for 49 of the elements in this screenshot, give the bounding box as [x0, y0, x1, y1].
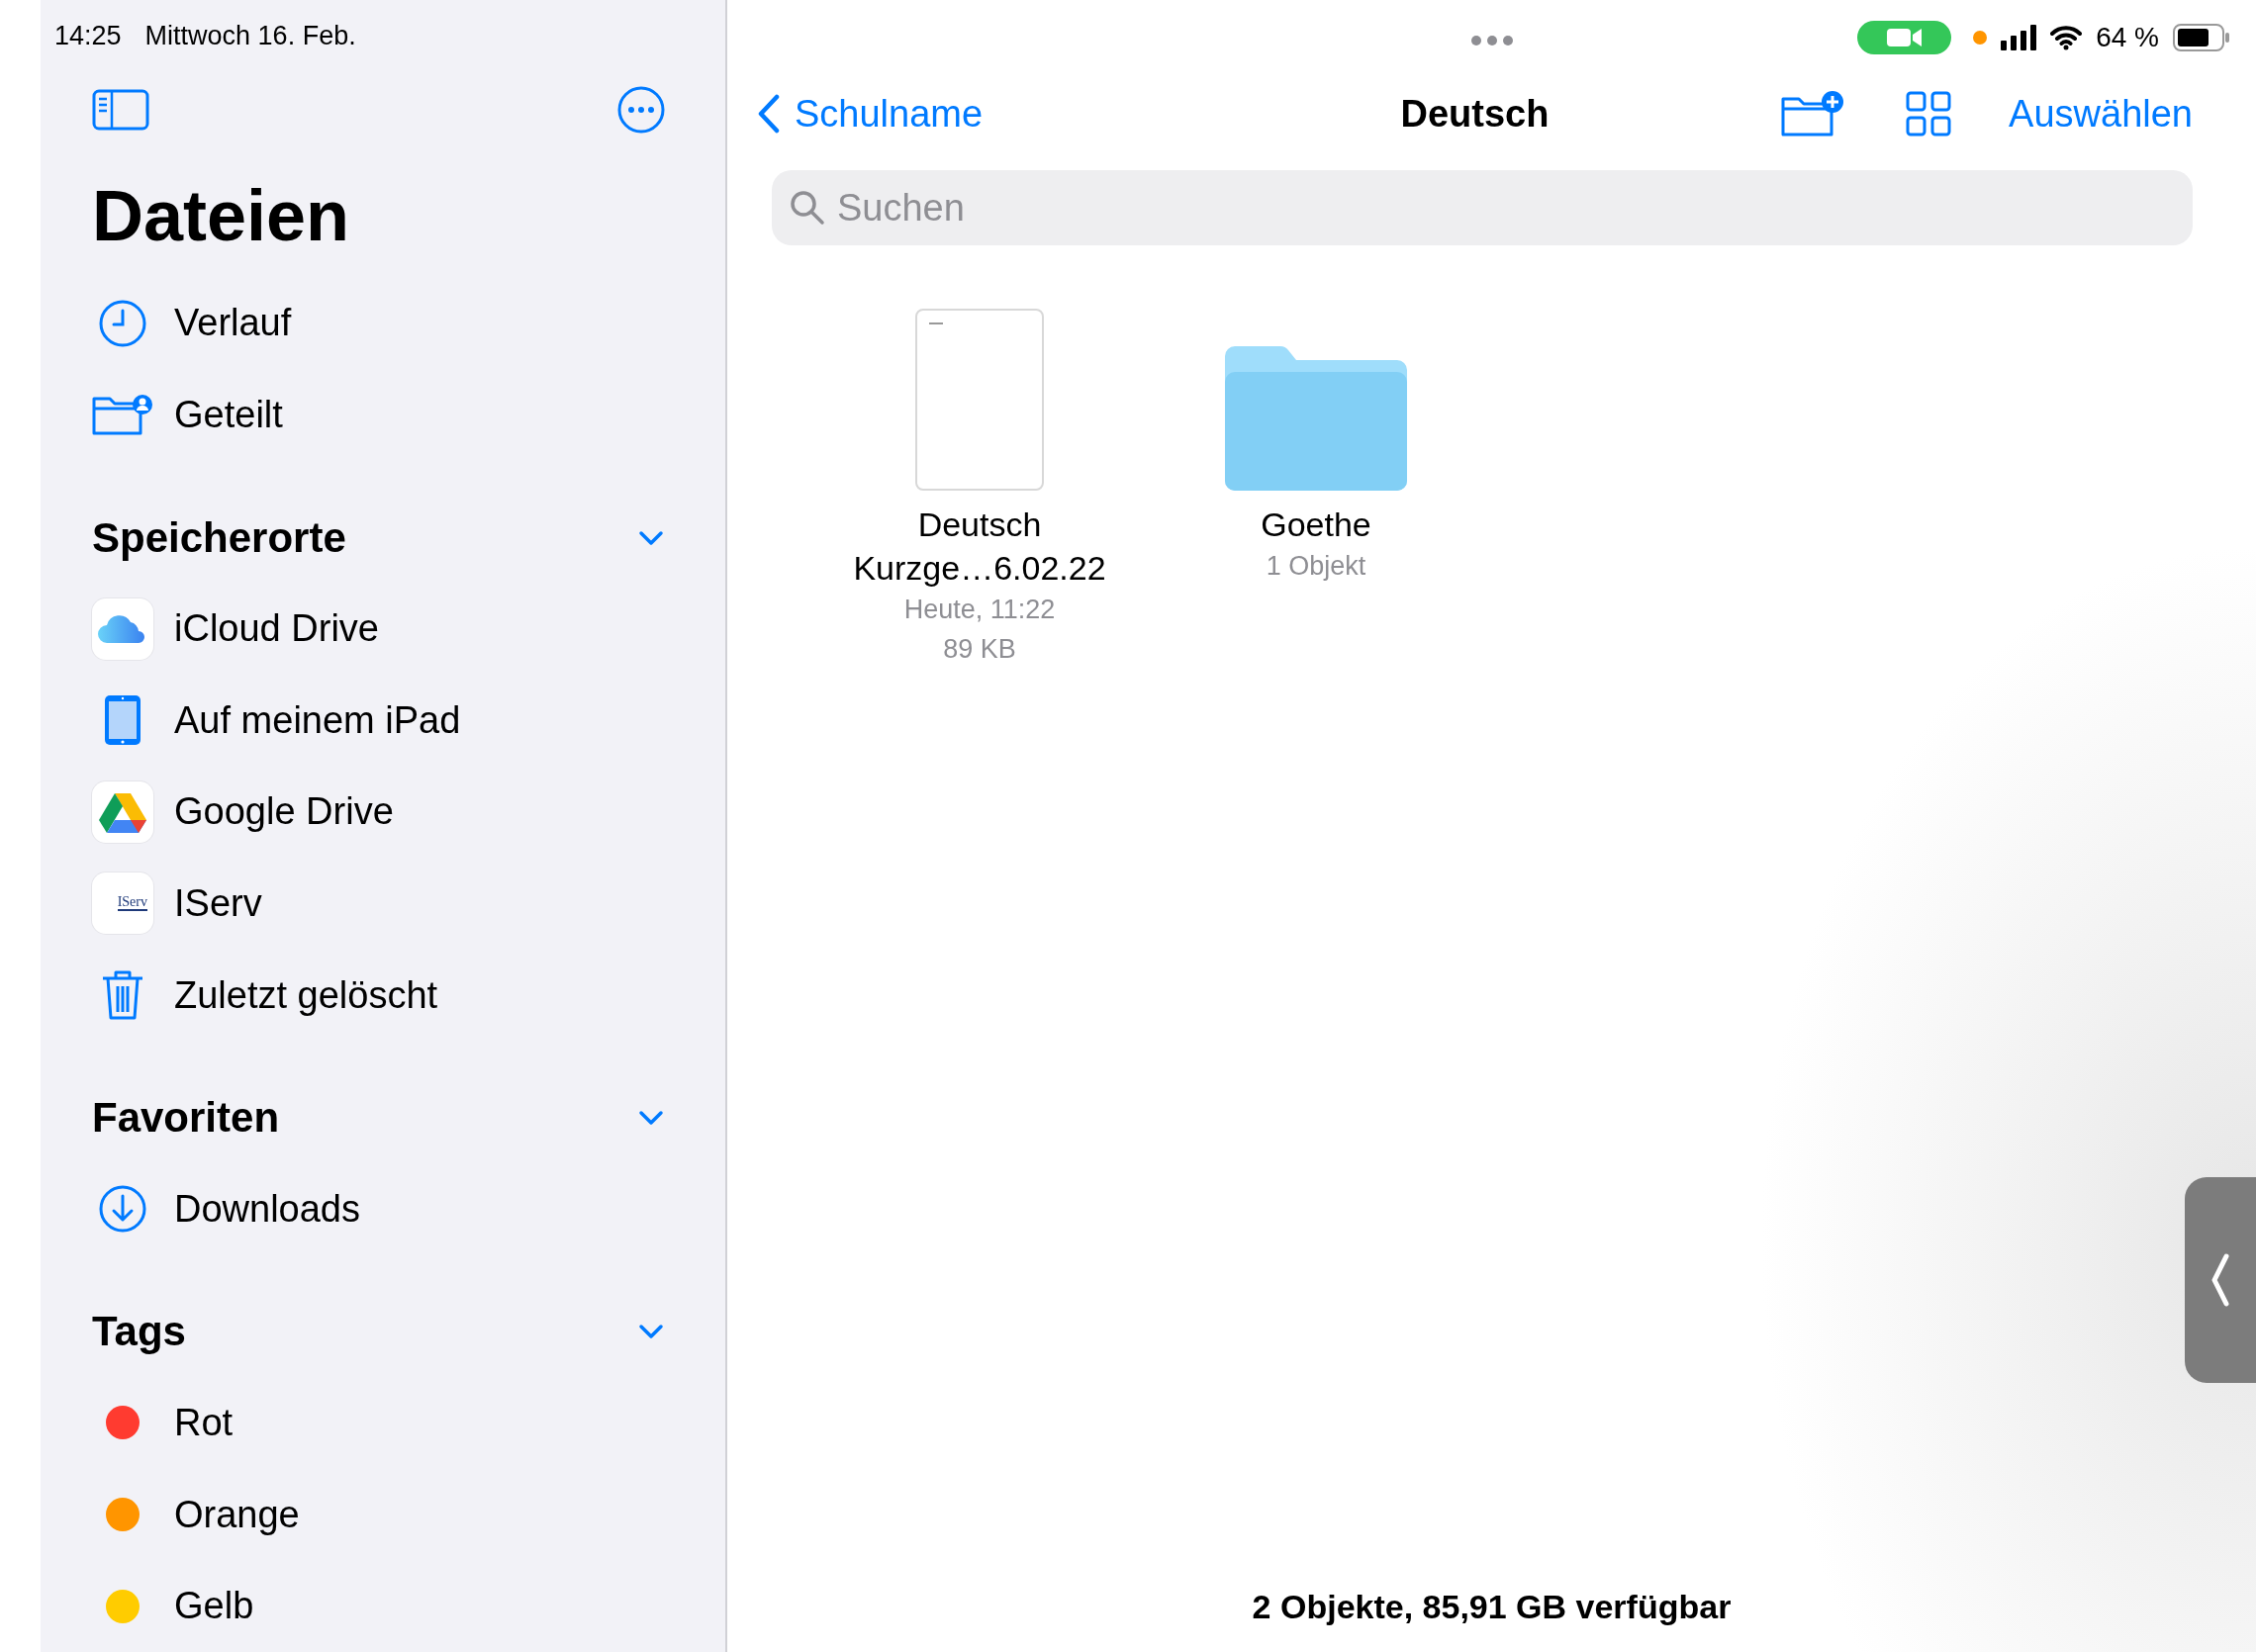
folder-icon: [1225, 346, 1407, 491]
sidebar-item[interactable]: Gelb: [92, 1560, 666, 1652]
tablet-icon: [103, 693, 142, 748]
folder-title: Deutsch: [1400, 92, 1550, 136]
sidebar-item[interactable]: IServ IServ: [92, 858, 666, 950]
status-time: 14:25: [54, 21, 122, 52]
triangle-logo-icon: [92, 780, 153, 843]
clock-icon: [98, 298, 147, 348]
sidebar-toggle-icon[interactable]: [92, 88, 149, 131]
sidebar-item[interactable]: Downloads: [92, 1162, 666, 1255]
sidebar-item[interactable]: Verlauf: [92, 277, 666, 370]
more-options-icon[interactable]: [616, 84, 666, 135]
grid-view-icon[interactable]: [1906, 91, 1952, 137]
file-name[interactable]: Goethe: [1187, 503, 1445, 546]
side-panel-handle[interactable]: [2185, 1177, 2256, 1383]
file-detail: 89 KB: [943, 633, 1016, 666]
new-folder-icon[interactable]: [1781, 91, 1845, 137]
select-button[interactable]: Auswählen: [2009, 92, 2193, 136]
sidebar-item[interactable]: Auf meinem iPad: [92, 674, 666, 767]
battery-percentage: 64 %: [2096, 22, 2159, 53]
battery-icon: [2173, 24, 2230, 51]
chevron-left-icon: [757, 94, 781, 134]
section-header[interactable]: Tags: [92, 1286, 666, 1378]
sidebar-item[interactable]: Google Drive: [92, 766, 666, 859]
back-link[interactable]: Schulname: [757, 92, 984, 136]
sidebar-title: Dateien: [92, 174, 351, 257]
sidebar-item[interactable]: Zuletzt gelöscht: [92, 949, 666, 1042]
storage-summary: 2 Objekte, 85,91 GB verfügbar: [1251, 1588, 1733, 1627]
wifi-icon: [2050, 25, 2083, 50]
trash-icon: [101, 968, 144, 1023]
sidebar-item[interactable]: Orange: [92, 1468, 666, 1561]
status-date: Mittwoch 16. Feb.: [144, 21, 356, 52]
download-icon: [98, 1184, 147, 1235]
sidebar-item[interactable]: Rot: [92, 1377, 666, 1469]
microphone-indicator: [1973, 31, 1988, 45]
search-field[interactable]: Suchen: [772, 170, 2193, 245]
shared-folder-icon: [92, 393, 153, 437]
sidebar-item[interactable]: iCloud Drive: [92, 583, 666, 675]
school-logo-icon: IServ: [92, 872, 153, 935]
signal-icon: [2001, 25, 2037, 50]
file-detail: 1 Objekt: [1266, 550, 1366, 583]
sidebar-item[interactable]: Geteilt: [92, 369, 666, 461]
multitasking-dots[interactable]: [1470, 36, 1513, 46]
cloud-app-icon: [92, 597, 153, 660]
section-header[interactable]: Speicherorte: [92, 492, 666, 584]
file-name[interactable]: Deutsch Kurzge…6.02.22: [851, 503, 1108, 590]
search-icon: [790, 190, 825, 226]
file-detail: Heute, 11:22: [903, 594, 1056, 626]
section-header[interactable]: Favoriten: [92, 1072, 666, 1163]
